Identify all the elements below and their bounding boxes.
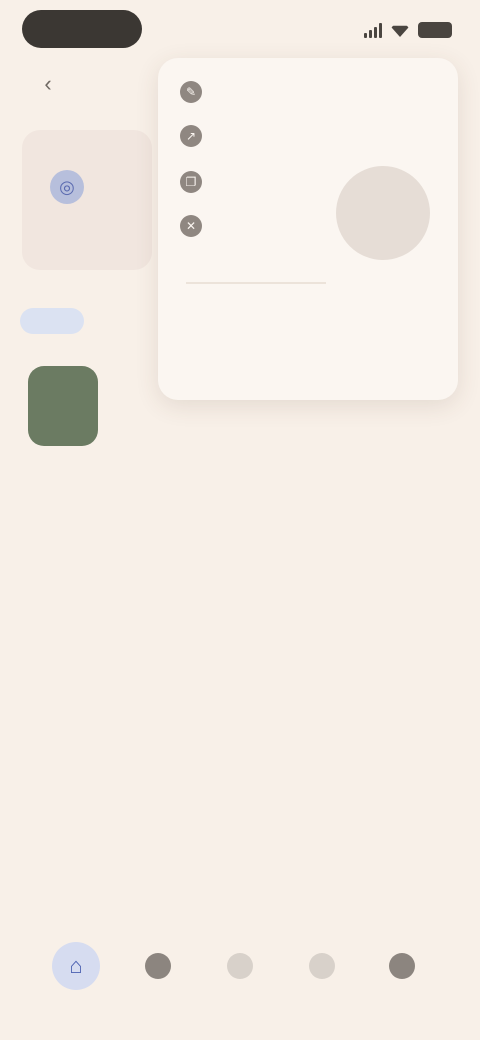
recipe-card[interactable]: ◎ bbox=[22, 130, 152, 270]
nav-add[interactable] bbox=[216, 942, 264, 990]
bookmark-icon bbox=[309, 953, 335, 979]
copy-icon: ❐ bbox=[180, 171, 202, 193]
nav-bookmarks[interactable] bbox=[298, 942, 346, 990]
home-icon: ⌂ bbox=[69, 953, 83, 978]
popup-menu: ✎ ↗ ❐ ✕ bbox=[158, 58, 458, 400]
nav-search[interactable] bbox=[134, 942, 182, 990]
menu-item-delete[interactable]: ✕ bbox=[180, 210, 340, 242]
back-button[interactable]: ‹ bbox=[30, 66, 66, 102]
nav-home[interactable]: ⌂ bbox=[52, 942, 100, 990]
back-icon: ‹ bbox=[44, 71, 52, 96]
battery-icon bbox=[418, 22, 452, 38]
edit-icon: ✎ bbox=[180, 81, 202, 103]
target-icon: ◎ bbox=[50, 170, 84, 204]
menu-item-copy[interactable]: ❐ bbox=[180, 166, 340, 198]
share-icon: ↗ bbox=[180, 125, 202, 147]
menu-avatar bbox=[336, 166, 430, 260]
add-icon bbox=[227, 953, 253, 979]
menu-item-share[interactable]: ↗ bbox=[180, 120, 340, 152]
link-chip[interactable] bbox=[20, 308, 84, 334]
menu-item-edit[interactable]: ✎ bbox=[180, 76, 340, 108]
bottom-nav: ⌂ bbox=[0, 930, 480, 1010]
wifi-icon bbox=[390, 25, 410, 37]
recipe-thumbnail[interactable] bbox=[28, 366, 98, 446]
status-bar bbox=[0, 0, 480, 60]
nav-profile[interactable] bbox=[378, 942, 426, 990]
profile-icon bbox=[389, 953, 415, 979]
signal-icon bbox=[364, 22, 382, 38]
search-icon bbox=[145, 953, 171, 979]
status-pill bbox=[22, 10, 142, 48]
delete-icon: ✕ bbox=[180, 215, 202, 237]
status-icons bbox=[364, 14, 452, 46]
menu-divider bbox=[186, 282, 326, 284]
